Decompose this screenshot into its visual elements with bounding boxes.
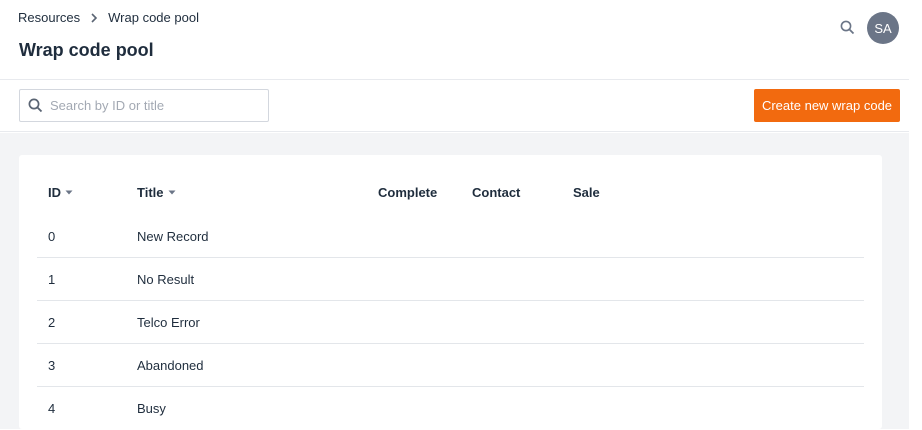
wrap-code-table: ID Title Complete Contact Sale 0 New Rec… bbox=[19, 155, 882, 429]
table-row[interactable]: 2 Telco Error bbox=[37, 301, 864, 344]
column-header-complete: Complete bbox=[378, 185, 438, 200]
create-wrap-code-button[interactable]: Create new wrap code bbox=[754, 89, 900, 122]
cell-title: Abandoned bbox=[137, 358, 204, 373]
search-icon[interactable] bbox=[838, 18, 856, 36]
search-icon bbox=[20, 98, 50, 113]
cell-id: 0 bbox=[48, 229, 56, 244]
table-row[interactable]: 0 New Record bbox=[37, 215, 864, 258]
toolbar: Create new wrap code bbox=[0, 80, 909, 132]
cell-title: Telco Error bbox=[137, 315, 200, 330]
cell-title: New Record bbox=[137, 229, 209, 244]
table-row[interactable]: 3 Abandoned bbox=[37, 344, 864, 387]
page-header: Resources Wrap code pool Wrap code pool … bbox=[0, 0, 909, 80]
cell-title: No Result bbox=[137, 272, 195, 287]
table-row[interactable]: 4 Busy bbox=[37, 387, 864, 430]
page-title: Wrap code pool bbox=[19, 40, 154, 60]
search-field[interactable] bbox=[19, 89, 269, 122]
caret-down-icon bbox=[65, 190, 73, 195]
caret-down-icon bbox=[168, 190, 176, 195]
avatar[interactable]: SA bbox=[867, 12, 899, 44]
breadcrumb-resources-link[interactable]: Resources bbox=[18, 10, 80, 25]
search-input[interactable] bbox=[50, 98, 260, 113]
scrollbar[interactable] bbox=[909, 0, 922, 429]
column-header-contact: Contact bbox=[472, 185, 521, 200]
column-header-title[interactable]: Title bbox=[137, 185, 176, 200]
breadcrumb: Resources Wrap code pool bbox=[18, 10, 199, 25]
cell-title: Busy bbox=[137, 401, 166, 416]
cell-id: 2 bbox=[48, 315, 56, 330]
chevron-right-icon bbox=[80, 12, 108, 23]
column-header-label: ID bbox=[48, 185, 61, 200]
cell-id: 1 bbox=[48, 272, 56, 287]
table-row[interactable]: 1 No Result bbox=[37, 258, 864, 301]
column-header-sale: Sale bbox=[573, 185, 600, 200]
column-header-id[interactable]: ID bbox=[48, 185, 73, 200]
cell-id: 3 bbox=[48, 358, 56, 373]
column-header-label: Title bbox=[137, 185, 164, 200]
cell-id: 4 bbox=[48, 401, 56, 416]
breadcrumb-current: Wrap code pool bbox=[108, 10, 199, 25]
